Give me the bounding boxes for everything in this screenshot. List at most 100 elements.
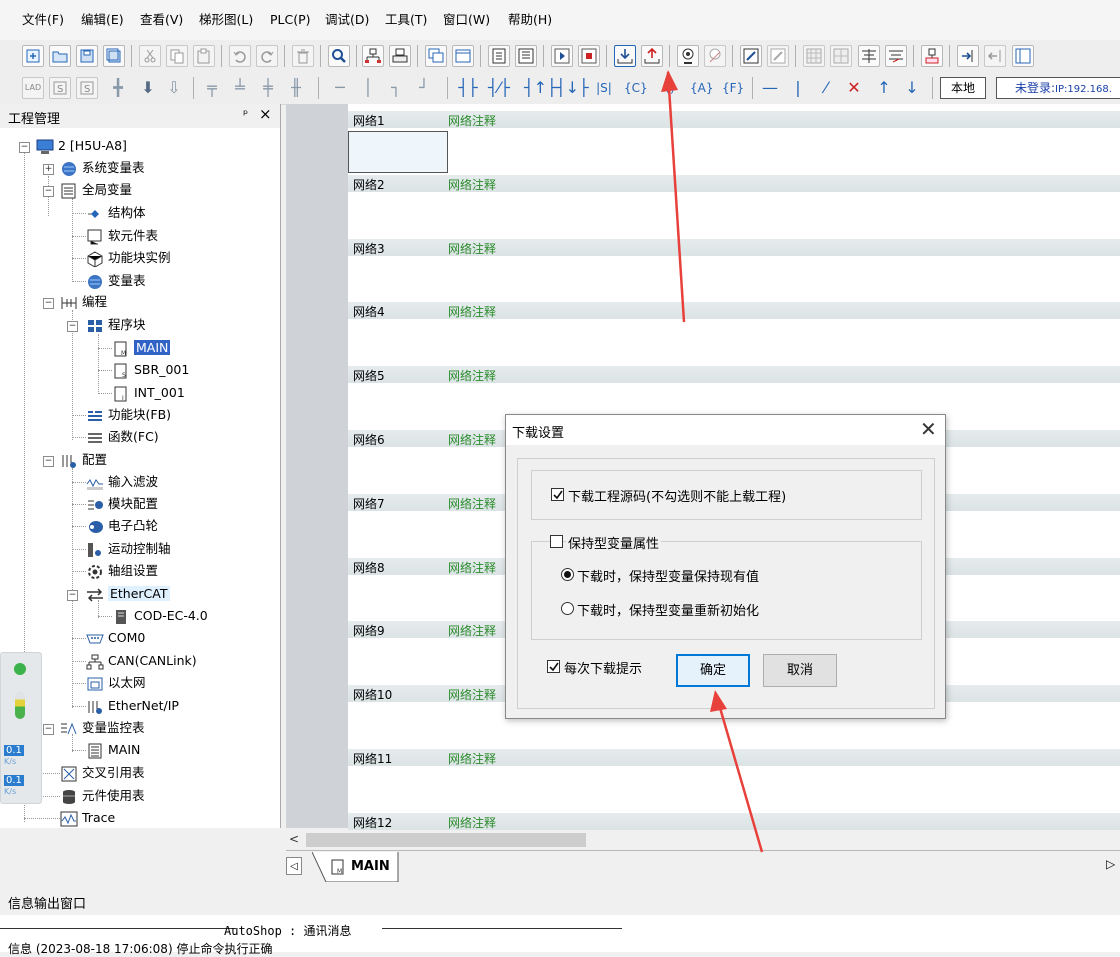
tree-item-cross-ref[interactable]: 交叉引用表	[60, 763, 145, 783]
save-all-button[interactable]	[103, 45, 125, 67]
tree-item-device[interactable]: 2 [H5U-A8]	[36, 136, 127, 156]
network-config-button[interactable]	[362, 45, 384, 67]
save-button[interactable]	[76, 45, 98, 67]
ok-button[interactable]: 确定	[676, 654, 750, 687]
network-comment[interactable]: 网络注释	[448, 559, 496, 576]
cut-button[interactable]	[139, 45, 161, 67]
download-button[interactable]	[614, 45, 636, 67]
up-connector-icon[interactable]: ↑	[874, 77, 894, 99]
network-comment[interactable]: 网络注释	[448, 367, 496, 384]
test-button[interactable]	[921, 45, 943, 67]
download-source-checkbox[interactable]	[551, 488, 564, 501]
tree-item-e-cam[interactable]: 电子凸轮	[86, 516, 158, 536]
run-button[interactable]	[551, 45, 573, 67]
connection-status-button[interactable]: 未登录:IP:192.168.	[996, 77, 1120, 99]
tree-item-program-blocks[interactable]: 程序块	[86, 315, 146, 335]
corner-line-icon[interactable]: ┐	[386, 77, 406, 99]
local-mode-button[interactable]: 本地	[940, 77, 986, 99]
menu-plc[interactable]: PLC(P)	[270, 11, 311, 29]
network-row[interactable]: 网络12 网络注释	[348, 812, 1120, 831]
pin-icon[interactable]: ᵖ	[243, 107, 248, 121]
speed-meter-widget[interactable]: 0.1 K/s 0.1 K/s	[0, 652, 42, 804]
tree-item-ethernet-ip[interactable]: EtherNet/IP	[86, 696, 179, 716]
expand-toggle[interactable]: −	[43, 724, 54, 735]
expand-toggle[interactable]: −	[67, 590, 78, 601]
tree-item-fb[interactable]: 功能块(FB)	[86, 405, 171, 425]
diag-connector-icon[interactable]: ⁄	[816, 77, 836, 99]
radio-reinit-values[interactable]	[561, 602, 574, 615]
login-button[interactable]	[957, 45, 979, 67]
menu-debug[interactable]: 调试(D)	[325, 11, 369, 29]
edit-value-button[interactable]	[767, 45, 789, 67]
network-comment[interactable]: 网络注释	[448, 240, 496, 257]
network-row[interactable]: 网络11 网络注释	[348, 749, 1120, 766]
insert-row-icon[interactable]: ╤	[202, 77, 222, 99]
tree-item-input-filter[interactable]: 输入滤波	[86, 472, 158, 492]
sfc-mode-button[interactable]: S	[49, 77, 71, 99]
network-comment[interactable]: 网络注释	[448, 112, 496, 129]
tree-item-ethercat[interactable]: EtherCAT	[86, 584, 170, 604]
undo-button[interactable]	[229, 45, 251, 67]
scroll-thumb[interactable]	[306, 833, 586, 847]
tree-item-sbr[interactable]: S SBR_001	[112, 360, 189, 380]
network-comment[interactable]: 网络注释	[448, 176, 496, 193]
rising-contact-icon[interactable]: ┤↑├	[524, 77, 557, 99]
force-on-button[interactable]	[803, 45, 825, 67]
tree-item-trace[interactable]: Trace	[60, 808, 115, 828]
tree-item-cod-ec[interactable]: COD-EC-4.0	[112, 606, 208, 626]
open-project-button[interactable]	[49, 45, 71, 67]
network-row[interactable]: 网络2 网络注释	[348, 174, 1120, 193]
compile-all-button[interactable]	[515, 45, 537, 67]
tree-item-int[interactable]: I INT_001	[112, 383, 185, 403]
set-coil-icon[interactable]: |S|	[594, 77, 614, 99]
tab-scroll-right-icon[interactable]: ▷	[1106, 857, 1115, 871]
expand-toggle[interactable]: +	[43, 164, 54, 175]
new-project-button[interactable]	[22, 45, 44, 67]
tree-item-watch-table[interactable]: 变量监控表	[60, 718, 145, 738]
tree-item-module-config[interactable]: 模块配置	[86, 494, 158, 514]
coil-icon[interactable]: {C}	[624, 77, 648, 99]
network-comment[interactable]: 网络注释	[448, 814, 496, 831]
close-icon[interactable]: ×	[259, 105, 272, 123]
network-comment[interactable]: 网络注释	[448, 495, 496, 512]
lad-mode-button[interactable]: LAD	[22, 77, 44, 99]
tree-item-usage[interactable]: 元件使用表	[60, 786, 145, 806]
expand-toggle[interactable]: −	[43, 298, 54, 309]
network-comment[interactable]: 网络注释	[448, 431, 496, 448]
window-tile-button[interactable]	[452, 45, 474, 67]
tree-item-can[interactable]: CAN(CANLink)	[86, 651, 197, 671]
tree-item-ethernet[interactable]: 以太网	[86, 673, 146, 693]
network-comment[interactable]: 网络注释	[448, 750, 496, 767]
copy-button[interactable]	[166, 45, 188, 67]
tree-item-programming[interactable]: 编程	[60, 292, 107, 312]
prompt-each-checkbox[interactable]	[547, 660, 560, 673]
tree-item-axis-group[interactable]: 轴组设置	[86, 561, 158, 581]
v-line-icon[interactable]: │	[358, 77, 378, 99]
menu-view[interactable]: 查看(V)	[140, 11, 183, 29]
expand-toggle[interactable]: −	[43, 186, 54, 197]
h-line-icon[interactable]: ─	[330, 77, 350, 99]
delete-connector-icon[interactable]: ✕	[844, 77, 864, 99]
tree-item-fc[interactable]: 函数(FC)	[86, 427, 159, 447]
tree-item-soft-elements[interactable]: 软元件表	[86, 226, 158, 246]
close-icon[interactable]: ✕	[920, 417, 937, 441]
output-coil-icon[interactable]: ()	[660, 77, 680, 99]
delete-button[interactable]	[292, 45, 314, 67]
redo-button[interactable]	[256, 45, 278, 67]
st-mode-button[interactable]: S	[76, 77, 98, 99]
menu-file[interactable]: 文件(F)	[22, 11, 64, 29]
network-comment[interactable]: 网络注释	[448, 686, 496, 703]
tree-item-motion-axis[interactable]: 运动控制轴	[86, 539, 171, 559]
monitor-button[interactable]	[677, 45, 699, 67]
tree-item-struct[interactable]: 结构体	[86, 203, 146, 223]
delete-col-icon[interactable]: ╫	[286, 77, 306, 99]
insert-cross-icon[interactable]: ╋	[108, 77, 128, 99]
align-alt-button[interactable]	[885, 45, 907, 67]
upload-button[interactable]	[641, 45, 663, 67]
expand-toggle[interactable]: −	[67, 321, 78, 332]
selected-cell[interactable]	[348, 131, 448, 173]
arrow-down-icon[interactable]: ⬇	[138, 77, 158, 99]
compile-button[interactable]	[488, 45, 510, 67]
retain-vars-checkbox[interactable]	[550, 535, 563, 548]
menu-edit[interactable]: 编辑(E)	[81, 11, 124, 29]
